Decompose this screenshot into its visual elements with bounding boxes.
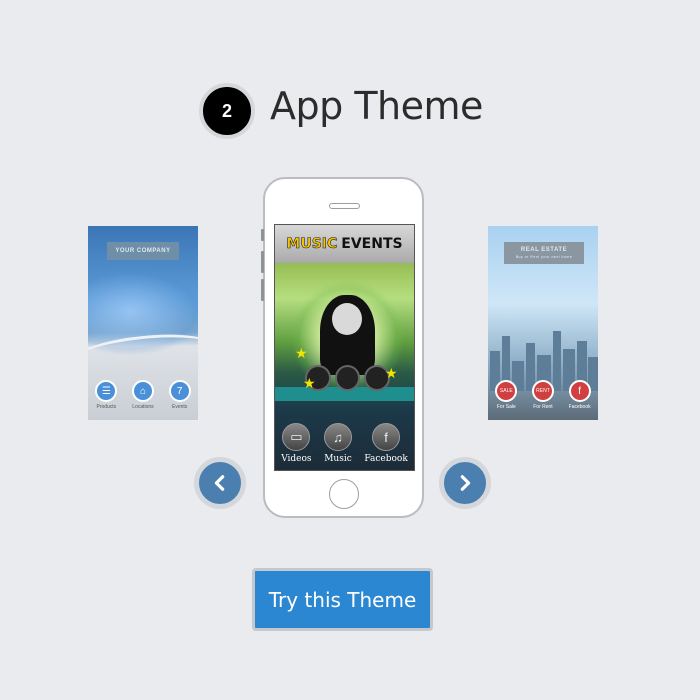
dj-face-graphic bbox=[332, 303, 362, 335]
sale-sign-icon: SALE bbox=[495, 380, 518, 402]
phone-speaker bbox=[329, 203, 360, 209]
preview-nav-label: Facebook bbox=[364, 454, 408, 464]
thumbnail-item-facebook: f Facebook bbox=[568, 380, 591, 410]
thumbnail-item-label: Events bbox=[171, 404, 188, 410]
phone-home-button bbox=[329, 479, 359, 509]
thumbnail-item-label: Facebook bbox=[568, 404, 591, 410]
thumbnail-item-for-sale: SALE For Sale bbox=[495, 380, 518, 410]
thumbnail-item-label: Locations bbox=[132, 404, 154, 410]
thumbnail-item-label: For Sale bbox=[496, 404, 516, 410]
thumbnail-item-label: For Rent bbox=[533, 404, 553, 410]
preview-nav-videos: ▭ Videos bbox=[281, 423, 312, 464]
calendar-icon: 7 bbox=[168, 380, 191, 402]
thumbnail-item-locations: ⌂ Locations bbox=[131, 380, 154, 410]
chevron-left-icon bbox=[214, 475, 225, 491]
preview-nav-label: Videos bbox=[281, 454, 312, 464]
rent-sign-icon: RENT bbox=[531, 380, 554, 402]
previous-theme-button[interactable] bbox=[194, 457, 246, 509]
thumbnail-subtitle: Buy or Rent your next home bbox=[515, 255, 573, 259]
thumbnail-item-events: 7 Events bbox=[168, 380, 191, 410]
page-title: App Theme bbox=[270, 84, 483, 128]
star-icon: ★ bbox=[295, 345, 308, 361]
preview-nav-music: ♫ Music bbox=[323, 423, 352, 464]
music-note-icon: ♫ bbox=[323, 423, 352, 451]
preview-nav-facebook: f Facebook bbox=[364, 423, 408, 464]
try-this-theme-button[interactable]: Try this Theme bbox=[252, 568, 433, 631]
phone-side-button bbox=[261, 229, 264, 241]
products-icon: ☰ bbox=[95, 380, 118, 402]
speakers-graphic bbox=[305, 365, 391, 395]
next-theme-button[interactable] bbox=[439, 457, 491, 509]
chevron-right-icon bbox=[460, 475, 471, 491]
star-icon: ★ bbox=[385, 365, 398, 381]
facebook-icon: f bbox=[372, 423, 401, 451]
tv-icon: ▭ bbox=[282, 423, 311, 451]
phone-side-button bbox=[261, 279, 264, 301]
facebook-icon: f bbox=[568, 380, 591, 402]
preview-nav-label: Music bbox=[324, 454, 352, 464]
step-number-badge: 2 bbox=[199, 83, 255, 139]
theme-title-part-1: MUSIC bbox=[286, 236, 338, 253]
theme-title-part-2: EVENTS bbox=[341, 236, 403, 252]
thumbnail-item-products: ☰ Products bbox=[95, 380, 118, 410]
thumbnail-title-banner: REAL ESTATE Buy or Rent your next home bbox=[504, 242, 584, 264]
theme-preview-screen: MUSIC EVENTS ★ ★ ★ ▭ Videos ♫ Music f Fa… bbox=[274, 224, 415, 471]
phone-side-button bbox=[261, 251, 264, 273]
theme-thumbnail-previous[interactable]: YOUR COMPANY ☰ Products ⌂ Locations 7 Ev… bbox=[88, 226, 198, 420]
theme-thumbnail-next[interactable]: REAL ESTATE Buy or Rent your next home S… bbox=[488, 226, 598, 420]
thumbnail-company-banner: YOUR COMPANY bbox=[107, 242, 179, 260]
theme-preview-header: MUSIC EVENTS bbox=[275, 225, 414, 263]
thumbnail-item-for-rent: RENT For Rent bbox=[531, 380, 554, 410]
map-icon: ⌂ bbox=[131, 380, 154, 402]
phone-mockup: MUSIC EVENTS ★ ★ ★ ▭ Videos ♫ Music f Fa… bbox=[261, 177, 424, 518]
thumbnail-item-label: Products bbox=[96, 404, 117, 410]
thumbnail-title: REAL ESTATE bbox=[520, 247, 568, 253]
star-icon: ★ bbox=[303, 375, 316, 391]
